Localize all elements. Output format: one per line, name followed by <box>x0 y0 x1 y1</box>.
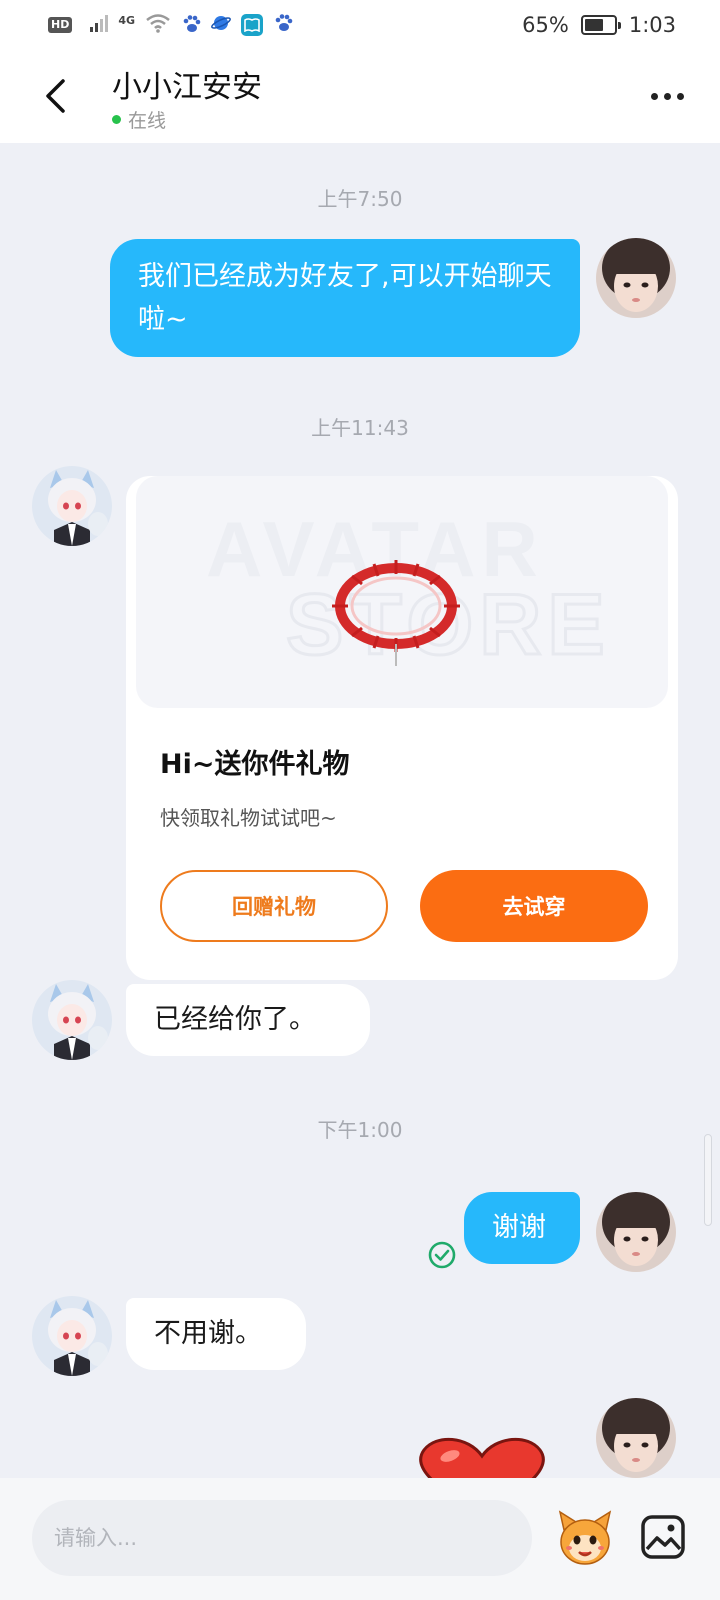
wifi-icon <box>145 13 171 37</box>
my-avatar[interactable] <box>596 1192 676 1272</box>
emoji-sticker-icon <box>558 1510 612 1565</box>
timestamp: 上午11:43 <box>311 416 409 440</box>
back-button[interactable] <box>30 66 80 126</box>
heart-sticker[interactable] <box>412 1436 552 1478</box>
baidu-paw-icon-2 <box>273 13 293 37</box>
gift-title: Hi~送你件礼物 <box>160 749 350 780</box>
image-icon <box>641 1515 685 1559</box>
gift-card[interactable]: AVATAR STORE Hi~送你件礼物 快领取礼物试试吧~ 回赠礼物 去试穿 <box>126 476 678 980</box>
network-type: 4G <box>118 13 136 27</box>
back-icon <box>46 79 65 113</box>
signal-icon <box>82 13 109 37</box>
status-bar: HD 4G 65% 1:03 <box>0 0 720 50</box>
online-dot-icon <box>112 115 121 124</box>
contact-name[interactable]: 小小江安安 <box>112 62 262 106</box>
return-gift-button[interactable]: 回赠礼物 <box>160 870 388 942</box>
chat-header: 小小江安安 在线 <box>0 50 720 143</box>
more-icon <box>650 92 658 100</box>
timestamp: 下午1:00 <box>317 1118 403 1142</box>
clock: 1:03 <box>628 13 676 37</box>
input-bar <box>0 1478 720 1600</box>
read-check-icon <box>427 1240 457 1270</box>
friend-avatar[interactable] <box>32 980 112 1060</box>
friend-avatar[interactable] <box>32 1296 112 1376</box>
hd-badge: HD <box>48 17 73 33</box>
status-icons-right: 65% 1:03 <box>522 13 676 37</box>
battery-icon <box>580 15 621 35</box>
sent-message-bubble[interactable]: 我们已经成为好友了,可以开始聊天啦~ <box>110 239 580 357</box>
emoji-sticker-button[interactable] <box>554 1508 616 1570</box>
battery-percent: 65% <box>522 13 569 37</box>
my-avatar[interactable] <box>596 238 676 318</box>
more-button[interactable] <box>644 78 690 114</box>
scrollbar-thumb[interactable] <box>704 1134 712 1226</box>
timestamp: 上午7:50 <box>317 187 403 211</box>
battery-fill <box>584 19 604 31</box>
browser-planet-icon <box>211 13 231 37</box>
message-input[interactable] <box>32 1500 532 1576</box>
gift-subtitle: 快领取礼物试试吧~ <box>160 806 337 830</box>
online-status-label: 在线 <box>128 110 167 132</box>
received-message-bubble[interactable]: 已经给你了。 <box>126 984 370 1056</box>
received-message-bubble[interactable]: 不用谢。 <box>126 1298 306 1370</box>
try-on-button[interactable]: 去试穿 <box>420 870 648 942</box>
sent-message-bubble[interactable]: 谢谢 <box>464 1192 580 1264</box>
online-status: 在线 <box>112 106 166 133</box>
status-icons-left: HD 4G <box>48 13 293 37</box>
more-icon-dot <box>676 92 684 100</box>
friend-avatar[interactable] <box>32 466 112 546</box>
baidu-paw-icon <box>181 14 201 37</box>
gift-image[interactable]: AVATAR STORE <box>136 476 668 708</box>
my-avatar[interactable] <box>596 1398 676 1478</box>
book-app-icon <box>241 14 264 36</box>
more-icon-dot <box>663 92 671 100</box>
image-button[interactable] <box>638 1512 688 1562</box>
